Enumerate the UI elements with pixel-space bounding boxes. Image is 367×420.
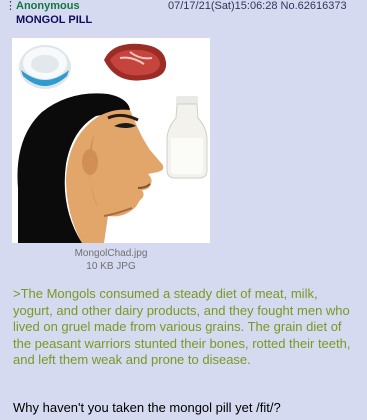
poster-name: Anonymous xyxy=(16,0,80,12)
post-number[interactable]: No.62616373 xyxy=(281,0,347,12)
file-meta: 10 KB JPG xyxy=(86,261,136,272)
post-menu-icon[interactable]: ⋮ xyxy=(5,1,16,12)
post-header: ⋮ Anonymous 07/17/21(Sat)15:06:28 No.626… xyxy=(0,0,367,34)
post-date: 07/17/21(Sat)15:06:28 xyxy=(168,0,278,12)
greentext-quote: >The Mongols consumed a steady diet of m… xyxy=(13,286,351,367)
file-info: MongolChad.jpg 10 KB JPG xyxy=(0,247,222,273)
post-subject: MONGOL PILL xyxy=(16,14,93,26)
file-name[interactable]: MongolChad.jpg xyxy=(0,247,222,260)
yogurt-bowl-icon xyxy=(19,45,71,89)
post-datetime: 07/17/21(Sat)15:06:28 No.62616373 xyxy=(168,0,347,12)
post-image[interactable] xyxy=(12,38,210,244)
post-message: Why haven't you taken the mongol pill ye… xyxy=(13,400,281,415)
mongol-chad-illustration xyxy=(12,38,210,244)
